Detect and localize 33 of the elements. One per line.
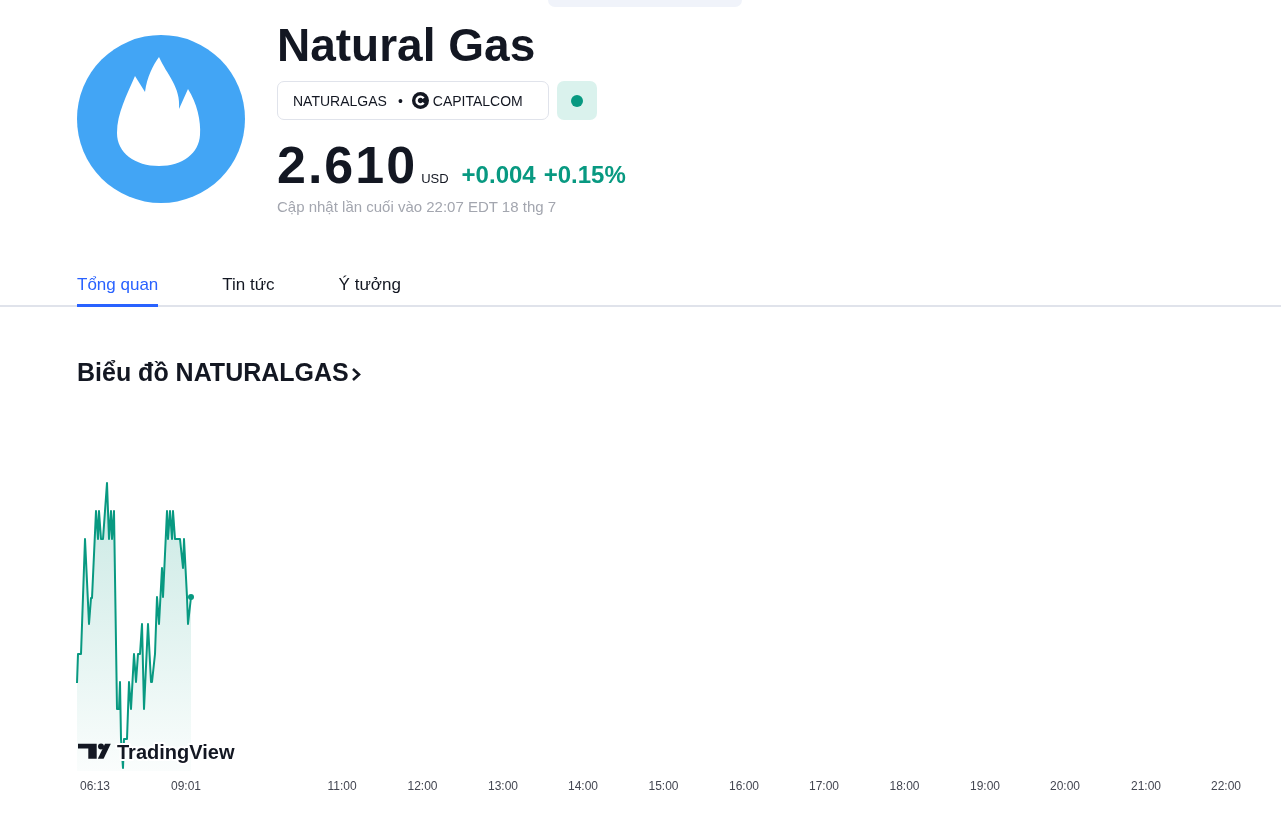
time-axis-label: 06:13 [80,779,110,793]
tab[interactable]: Tổng quan [77,275,159,307]
currency-label: USD [421,171,449,186]
time-axis-label: 19:00 [970,779,1000,793]
market-status-button[interactable] [556,81,597,120]
percent-change: +0.15% [543,161,626,189]
tab[interactable]: Ý tưởng [338,275,401,307]
ticker-symbol: NATURALGAS [293,92,387,109]
exchange-name: CAPITALCOM [432,92,523,109]
broker-logo-icon [411,92,429,109]
time-axis-label: 13:00 [488,779,518,793]
symbol-badge[interactable]: NATURALGAS • CAPITALCOM [277,81,549,120]
time-axis-label: 11:00 [327,779,357,793]
time-axis-label: 18:00 [889,779,920,793]
time-axis-label: 12:00 [407,779,438,793]
chart-title-link[interactable]: Biểu đồ NATURALGAS [77,357,361,387]
time-axis-label: 14:00 [568,779,598,793]
symbol-title: Natural Gas [277,18,536,72]
time-axis-label: 20:00 [1050,779,1080,793]
last-updated-text: Cập nhật lần cuối vào 22:07 EDT 18 thg 7 [277,198,557,216]
flame-logo-icon [77,35,245,203]
price-change: +0.004 [461,161,536,189]
time-axis-label: 17:00 [809,779,839,793]
price-value: 2.610 [277,138,418,192]
chevron-right-icon [350,366,361,382]
time-axis-label: 21:00 [1131,779,1161,793]
time-axis-label: 22:00 [1211,779,1241,793]
time-axis-label: 16:00 [729,779,759,793]
tradingview-logo-icon [78,743,111,759]
tab[interactable]: Tin tức [222,275,275,307]
time-axis-label: 09:01 [171,779,201,793]
time-axis-label: 15:00 [648,779,679,793]
ticker-separator: • [397,92,403,109]
